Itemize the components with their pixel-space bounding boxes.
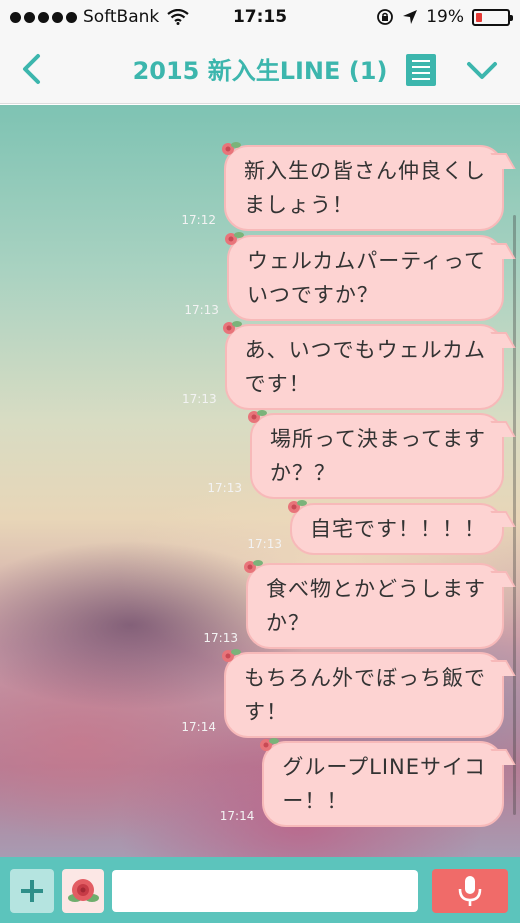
message-bubble[interactable]: グループLINEサイコ ー！！ [260,738,504,827]
message-row: 17:12 新入生の皆さん仲良くし ましょう！ [181,142,504,231]
message-bubble[interactable]: 場所って決まってます か？？ [247,410,504,499]
message-time: 17:12 [181,213,216,227]
note-icon-line [412,78,430,80]
voice-message-button[interactable] [432,869,508,913]
message-row: 17:13 食べ物とかどうします か？ [203,560,504,649]
flower-icon [224,232,244,245]
message-time: 17:13 [203,631,238,645]
message-time: 17:13 [182,392,217,406]
message-input-bar [0,857,520,923]
message-time: 17:14 [181,720,216,734]
message-line: グループLINEサイコ [282,755,486,779]
lock-rotation-icon [377,9,394,25]
battery-percent: 19% [426,7,464,27]
message-line: 自宅です！！！！ [310,517,486,541]
wifi-icon [167,9,189,25]
message-line: か？？ [269,461,336,485]
message-line: 食べ物とかどうします [266,577,486,601]
message-row: 17:14 グループLINEサイコ ー！！ [219,738,504,827]
flower-sticker-icon [68,879,99,902]
message-bubble[interactable]: 食べ物とかどうします か？ [244,560,504,649]
message-time: 17:13 [247,537,282,551]
message-line: ー！！ [282,789,349,813]
message-time: 17:13 [184,303,219,317]
status-bar: SoftBank 17:15 19% [0,0,520,34]
message-bubble[interactable]: 自宅です！！！！ [288,500,504,555]
note-icon-line [412,72,430,74]
note-icon-line [412,66,430,68]
scroll-indicator[interactable] [513,215,516,815]
message-line: ウェルカムパーティって [246,249,486,273]
message-line: か？ [266,611,310,635]
flower-icon [260,738,280,751]
note-icon-line [412,60,430,62]
chat-message-area[interactable]: 17:12 新入生の皆さん仲良くし ましょう！ 17:13 ウェルカムパーティっ… [0,105,520,857]
message-line: です！ [244,372,311,396]
sticker-button[interactable] [62,869,104,913]
flower-icon [288,500,307,513]
message-line: もちろん外でぼっち飯で [244,666,486,690]
flower-icon [244,560,263,573]
plus-icon [21,880,43,902]
message-row: 17:13 あ、いつでもウェルカム です！ [182,321,504,410]
location-arrow-icon [403,10,418,24]
message-text-input[interactable] [112,870,418,912]
message-row: 17:14 もちろん外でぼっち飯で す！ [181,649,504,738]
microphone-icon [458,876,482,906]
menu-chevron-down-button[interactable] [462,52,502,88]
flower-icon [222,649,241,662]
message-bubble[interactable]: ウェルカムパーティって いつですか？ [224,232,504,321]
chat-header: 2015 新入生LINE (1) [0,34,520,104]
message-line: いつですか？ [246,283,379,307]
note-button[interactable] [406,54,436,86]
message-time: 17:14 [219,809,255,823]
message-time: 17:13 [207,481,242,495]
message-line: す！ [244,700,288,724]
carrier-name: SoftBank [83,7,160,27]
message-row: 17:13 自宅です！！！！ [247,500,504,555]
message-bubble[interactable]: もちろん外でぼっち飯で す！ [222,649,504,738]
message-line: 場所って決まってます [269,427,486,451]
add-attachment-button[interactable] [10,869,54,913]
message-row: 17:13 ウェルカムパーティって いつですか？ [184,232,504,321]
message-line: あ、いつでもウェルカム [244,338,486,362]
message-line: ましょう！ [244,193,354,217]
message-line: 新入生の皆さん仲良くし [244,159,486,183]
chat-title: 2015 新入生LINE (1) [132,57,388,85]
message-bubble[interactable]: 新入生の皆さん仲良くし ましょう！ [222,142,504,231]
back-button[interactable] [14,50,52,88]
message-bubble[interactable]: あ、いつでもウェルカム です！ [222,321,504,410]
flower-icon [222,321,242,334]
flower-icon [222,142,241,155]
battery-icon [472,8,513,26]
signal-strength-icon [10,11,77,23]
battery-level [476,12,482,22]
message-row: 17:13 場所って決まってます か？？ [207,410,504,499]
flower-icon [247,410,267,423]
